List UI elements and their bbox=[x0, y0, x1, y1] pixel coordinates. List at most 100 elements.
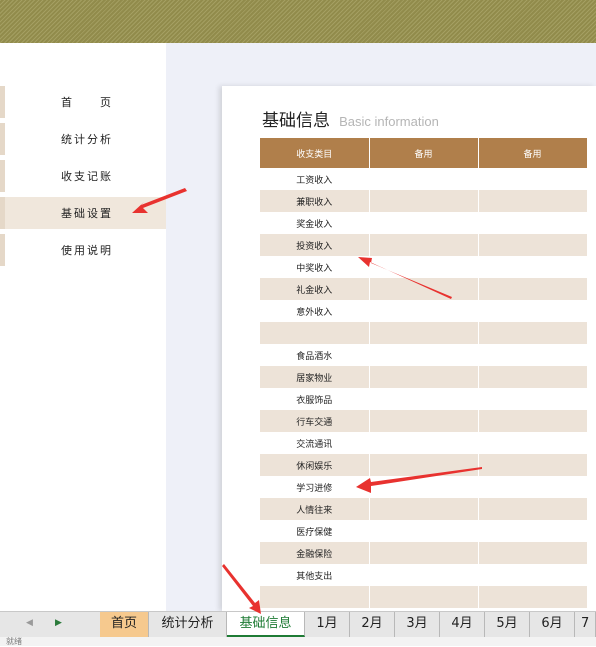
spare-cell[interactable] bbox=[369, 564, 479, 586]
table-row: 金融保险 bbox=[260, 542, 588, 564]
table-row: 居家物业 bbox=[260, 366, 588, 388]
spare-cell[interactable] bbox=[369, 190, 479, 212]
category-cell[interactable]: 奖金收入 bbox=[260, 212, 370, 234]
table-row: 礼金收入 bbox=[260, 278, 588, 300]
table-header-row: 收支类目 备用 备用 bbox=[260, 138, 588, 168]
sidebar-item-settings[interactable]: 基础设置 bbox=[0, 197, 166, 229]
spare-cell[interactable] bbox=[478, 498, 588, 520]
category-cell[interactable]: 休闲娱乐 bbox=[260, 454, 370, 476]
content-panel: 基础信息 Basic information 收支类目 备用 备用 工资收入 兼职… bbox=[222, 86, 596, 611]
header-spare-1: 备用 bbox=[369, 138, 479, 168]
prev-sheet-icon[interactable]: ◀ bbox=[26, 618, 33, 628]
tab-month-6[interactable]: 6月 bbox=[530, 612, 575, 637]
title-english: Basic information bbox=[339, 114, 439, 129]
spare-cell[interactable] bbox=[478, 234, 588, 256]
sidebar-item-home[interactable]: 首 页 bbox=[0, 86, 166, 118]
spare-cell[interactable] bbox=[369, 542, 479, 564]
spare-cell[interactable] bbox=[369, 344, 479, 366]
spare-cell[interactable] bbox=[478, 388, 588, 410]
tab-month-5[interactable]: 5月 bbox=[485, 612, 530, 637]
tab-month-3[interactable]: 3月 bbox=[395, 612, 440, 637]
spare-cell[interactable] bbox=[478, 476, 588, 498]
table-row: 意外收入 bbox=[260, 300, 588, 322]
table-row: 交流通讯 bbox=[260, 432, 588, 454]
tab-statistics[interactable]: 统计分析 bbox=[149, 612, 227, 637]
spare-cell[interactable] bbox=[369, 498, 479, 520]
tab-month-4[interactable]: 4月 bbox=[440, 612, 485, 637]
spare-cell[interactable] bbox=[478, 344, 588, 366]
spare-cell[interactable] bbox=[478, 432, 588, 454]
tab-month-1[interactable]: 1月 bbox=[305, 612, 350, 637]
category-cell[interactable]: 食品酒水 bbox=[260, 344, 370, 366]
table-row: 食品酒水 bbox=[260, 344, 588, 366]
spare-cell[interactable] bbox=[478, 168, 588, 190]
spare-cell[interactable] bbox=[478, 410, 588, 432]
sidebar-item-statistics[interactable]: 统计分析 bbox=[0, 123, 166, 155]
spare-cell[interactable] bbox=[478, 256, 588, 278]
spare-cell[interactable] bbox=[369, 234, 479, 256]
spare-cell[interactable] bbox=[369, 432, 479, 454]
category-cell[interactable]: 意外收入 bbox=[260, 300, 370, 322]
table-row: 医疗保健 bbox=[260, 520, 588, 542]
spare-cell[interactable] bbox=[478, 542, 588, 564]
spare-cell[interactable] bbox=[369, 520, 479, 542]
category-cell[interactable]: 人情往来 bbox=[260, 498, 370, 520]
spare-cell[interactable] bbox=[369, 388, 479, 410]
spare-cell[interactable] bbox=[478, 190, 588, 212]
category-cell[interactable]: 衣服饰品 bbox=[260, 388, 370, 410]
spare-cell[interactable] bbox=[369, 476, 479, 498]
category-cell[interactable] bbox=[260, 586, 370, 608]
table-row: 投资收入 bbox=[260, 234, 588, 256]
header-spare-2: 备用 bbox=[478, 138, 588, 168]
spare-cell[interactable] bbox=[369, 168, 479, 190]
spare-cell[interactable] bbox=[478, 564, 588, 586]
category-cell[interactable]: 金融保险 bbox=[260, 542, 370, 564]
spare-cell[interactable] bbox=[478, 520, 588, 542]
spare-cell[interactable] bbox=[478, 454, 588, 476]
category-cell[interactable]: 居家物业 bbox=[260, 366, 370, 388]
category-cell[interactable]: 医疗保健 bbox=[260, 520, 370, 542]
sidebar-item-bookkeeping[interactable]: 收支记账 bbox=[0, 160, 166, 192]
table-row bbox=[260, 322, 588, 344]
spare-cell[interactable] bbox=[369, 586, 479, 608]
spare-cell[interactable] bbox=[369, 366, 479, 388]
table-row: 工资收入 bbox=[260, 168, 588, 190]
tab-home[interactable]: 首页 bbox=[100, 612, 149, 637]
spare-cell[interactable] bbox=[478, 366, 588, 388]
spare-cell[interactable] bbox=[478, 586, 588, 608]
spare-cell[interactable] bbox=[369, 454, 479, 476]
category-cell[interactable]: 工资收入 bbox=[260, 168, 370, 190]
category-cell[interactable]: 兼职收入 bbox=[260, 190, 370, 212]
tab-month-2[interactable]: 2月 bbox=[350, 612, 395, 637]
spare-cell[interactable] bbox=[478, 300, 588, 322]
sheet-tab-bar: ◀ ▶ 首页 统计分析 基础信息 1月 2月 3月 4月 5月 6月 7月 bbox=[0, 611, 596, 637]
spare-cell[interactable] bbox=[369, 322, 479, 344]
category-cell[interactable] bbox=[260, 322, 370, 344]
next-sheet-icon[interactable]: ▶ bbox=[55, 618, 62, 628]
spare-cell[interactable] bbox=[478, 212, 588, 234]
category-cell[interactable]: 其他支出 bbox=[260, 564, 370, 586]
spare-cell[interactable] bbox=[369, 278, 479, 300]
table-row: 奖金收入 bbox=[260, 212, 588, 234]
table-row: 中奖收入 bbox=[260, 256, 588, 278]
category-cell[interactable]: 礼金收入 bbox=[260, 278, 370, 300]
spare-cell[interactable] bbox=[369, 410, 479, 432]
header-banner bbox=[0, 0, 596, 43]
category-cell[interactable]: 交流通讯 bbox=[260, 432, 370, 454]
category-cell[interactable]: 行车交通 bbox=[260, 410, 370, 432]
spare-cell[interactable] bbox=[369, 300, 479, 322]
spare-cell[interactable] bbox=[478, 322, 588, 344]
tab-month-7[interactable]: 7月 bbox=[575, 612, 596, 637]
sidebar-item-label: 基础设置 bbox=[61, 207, 113, 220]
category-cell[interactable]: 投资收入 bbox=[260, 234, 370, 256]
spare-cell[interactable] bbox=[369, 256, 479, 278]
spare-cell[interactable] bbox=[478, 278, 588, 300]
category-cell[interactable]: 中奖收入 bbox=[260, 256, 370, 278]
table-row: 人情往来 bbox=[260, 498, 588, 520]
category-cell[interactable]: 学习进修 bbox=[260, 476, 370, 498]
tab-basic-info[interactable]: 基础信息 bbox=[227, 612, 305, 637]
spare-cell[interactable] bbox=[369, 212, 479, 234]
header-category: 收支类目 bbox=[260, 138, 370, 168]
sidebar-item-help[interactable]: 使用说明 bbox=[0, 234, 166, 266]
page-title: 基础信息 Basic information bbox=[262, 106, 439, 131]
